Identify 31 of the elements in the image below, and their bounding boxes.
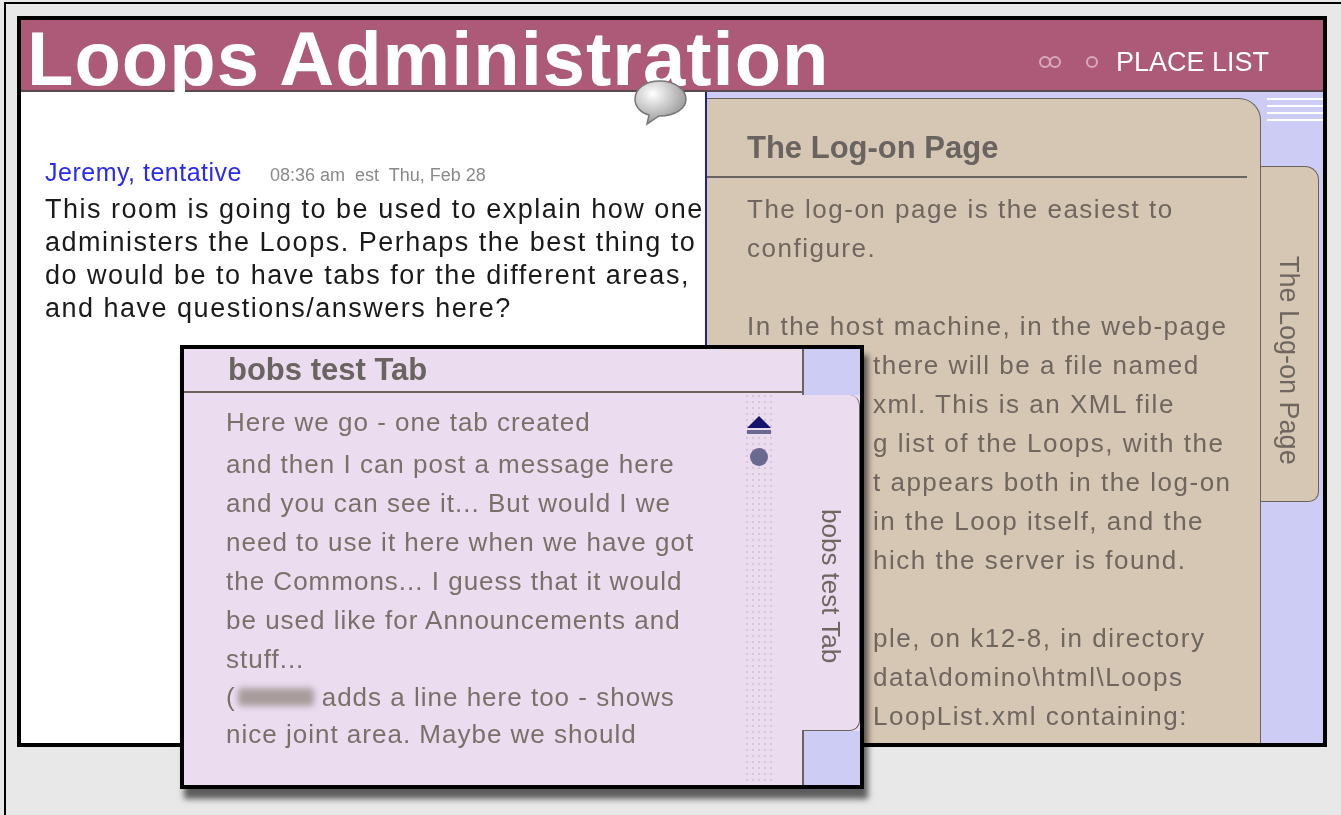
place-list-link[interactable]: PLACE LIST	[1115, 41, 1269, 82]
tab-gutter	[802, 349, 860, 395]
panel-text-line: LoopList.xml containing:	[873, 700, 1188, 731]
page-title: Loops Administration	[27, 28, 830, 90]
panel-text-line: g list of the Loops, with the	[873, 427, 1225, 458]
scroll-thumb[interactable]	[749, 447, 769, 467]
message-text: (	[226, 680, 236, 714]
circles-icon	[1037, 54, 1100, 69]
message-text: adds a line here too - shows	[321, 680, 675, 714]
up-arrow-icon[interactable]	[746, 415, 772, 435]
panel-title: The Log-on Page	[707, 99, 1247, 178]
panel-text-line: configure.	[747, 232, 877, 263]
panel-text-line: In the host machine, in the web-page	[747, 310, 1228, 341]
panel-title: bobs test Tab	[184, 349, 802, 393]
tab-gutter	[802, 731, 860, 785]
post-body: This room is going to be used to explain how one administers the Loops. Perhaps the best thing to do would be to have tabs for the different areas, and have questions/answers here?	[45, 192, 705, 325]
message-line: Here we go - one tab created	[226, 407, 592, 437]
message-text: nice joint area. Maybe we should	[226, 718, 638, 751]
panel-text-line: xml. This is an XML file	[873, 388, 1175, 419]
panel-text-line: t appears both in the log-on	[873, 466, 1232, 497]
panel-text-line: ple, on k12-8, in directory	[873, 622, 1206, 653]
panel-text-line: data\domino\html\Loops	[873, 661, 1184, 692]
panel-tab[interactable]: The Log-on Page	[1261, 166, 1319, 502]
panel-text-line: hich the server is found.	[873, 544, 1187, 575]
post-time: 08:36 am est Thu, Feb 28	[270, 164, 486, 187]
panel-text-line: there will be a file named	[873, 349, 1200, 380]
panel-text-line: The log-on page is the easiest to	[747, 193, 1174, 224]
panel-tab[interactable]: bobs test Tab	[802, 395, 860, 731]
panel-text-line: in the Loop itself, and the	[873, 505, 1205, 536]
author-link[interactable]: Jeremy, tentative	[45, 154, 242, 192]
message-text: and then I can post a message here and you can see it... But would I we need to use it here when we have got the Commons... I guess that it would be used like for Announcements and stuff...	[226, 448, 696, 676]
